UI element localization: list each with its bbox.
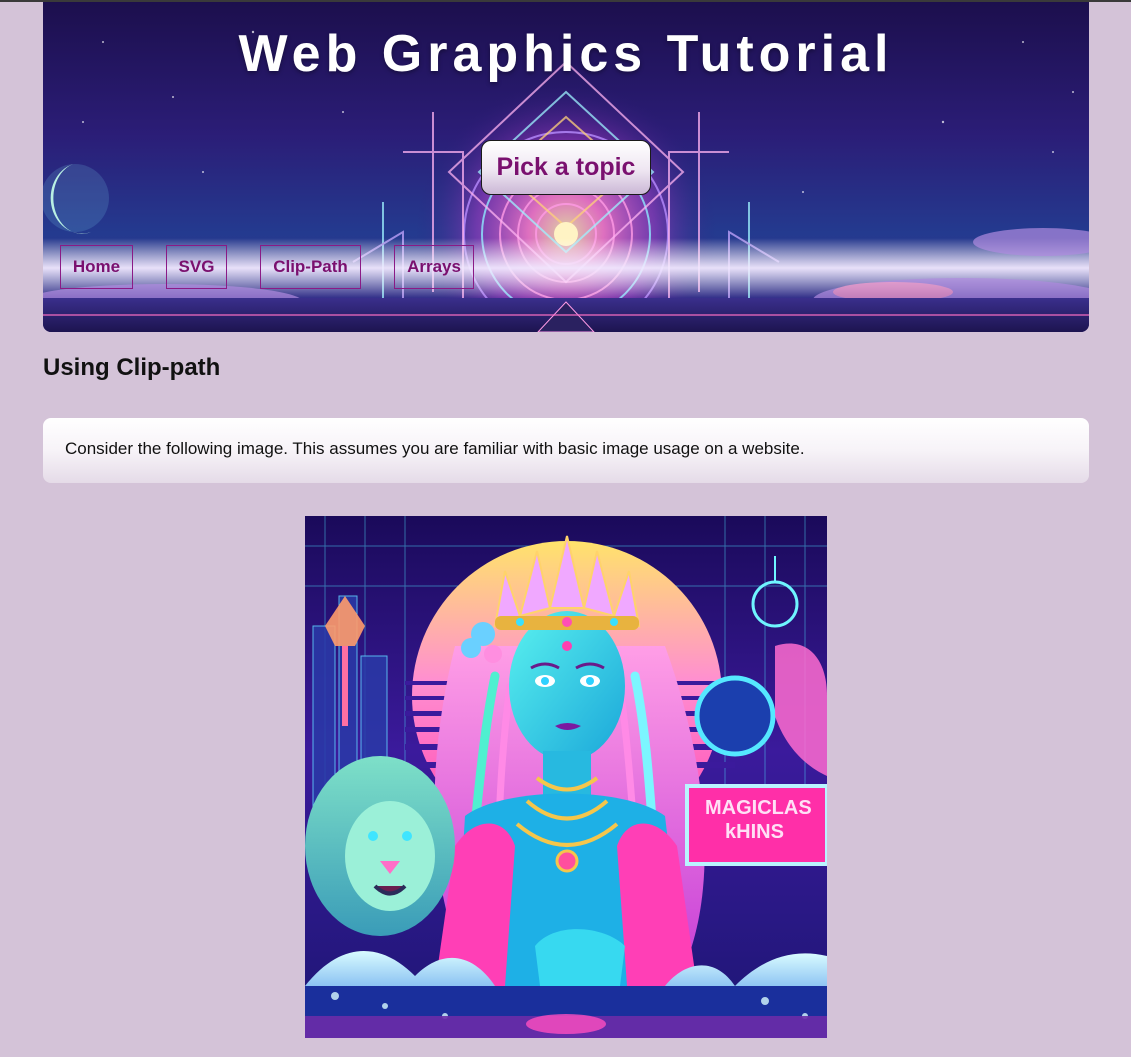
neon-queen-artwork: MAGICLAS kHINS [305, 516, 827, 1038]
nav-link-svg[interactable]: SVG [166, 245, 227, 289]
pick-topic-button[interactable]: Pick a topic [481, 140, 651, 195]
nav-link-home[interactable]: Home [60, 245, 133, 289]
neon-sign-line2: kHINS [725, 821, 784, 843]
site-title: Web Graphics Tutorial [238, 25, 894, 83]
nav-link-clip-path[interactable]: Clip-Path [260, 245, 361, 289]
intro-card: Consider the following image. This assum… [43, 418, 1089, 483]
header-banner: Web Graphics Tutorial Pick a topic Home … [43, 2, 1089, 332]
artwork-illustration: MAGICLAS kHINS [305, 516, 827, 1038]
nav-link-arrays[interactable]: Arrays [394, 245, 474, 289]
section-heading: Using Clip-path [43, 354, 221, 381]
neon-sign-line1: MAGICLAS [705, 797, 812, 819]
intro-text: Consider the following image. This assum… [65, 439, 805, 458]
